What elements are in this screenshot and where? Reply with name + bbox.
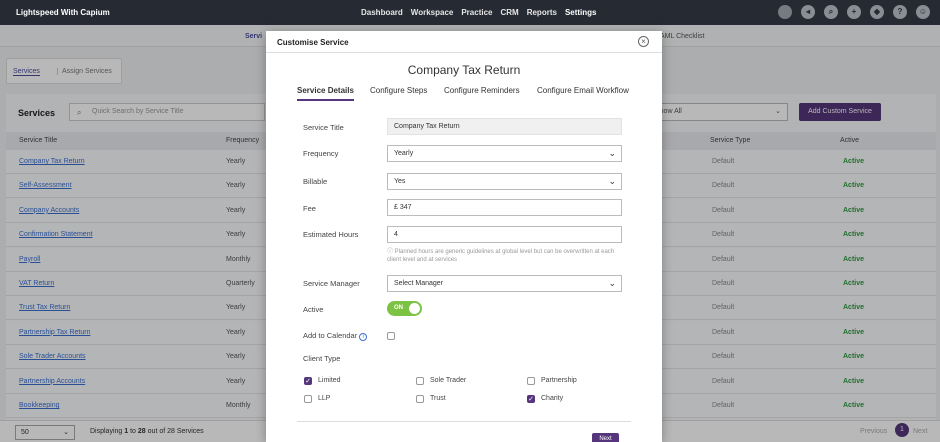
nav-settings[interactable]: Settings [565, 8, 597, 17]
close-icon[interactable]: × [638, 36, 649, 47]
client-type-label: Client Type [303, 354, 341, 363]
hours-hint: ⓘ Planned hours are generic guidelines a… [387, 248, 627, 264]
chevron-down-icon: ⌄ [608, 278, 616, 288]
brand-name[interactable]: Lightspeed With Capium [16, 8, 110, 17]
service-name-heading: Company Tax Return [407, 63, 521, 77]
frequency-value: Yearly [394, 150, 414, 157]
modal-tabs: Service Details Configure Steps Configur… [297, 86, 637, 101]
tab-configure-reminders[interactable]: Configure Reminders [444, 86, 520, 95]
active-toggle[interactable]: ON [387, 301, 422, 316]
estimated-hours-label: Estimated Hours [303, 230, 359, 239]
client-type-trust-label: Trust [430, 395, 446, 402]
client-type-llp-label: LLP [318, 395, 331, 402]
customise-service-modal: Customise Service × Company Tax Return S… [266, 31, 662, 442]
nav-crm[interactable]: CRM [500, 8, 518, 17]
info-icon: ⓘ [387, 249, 395, 255]
status-dot-icon[interactable] [778, 5, 792, 19]
toggle-state: ON [394, 305, 403, 311]
modal-footer-divider [297, 421, 631, 422]
modal-title: Customise Service [277, 38, 349, 47]
service-title-field: Company Tax Return [387, 118, 622, 135]
estimated-hours-value: 4 [394, 231, 398, 238]
service-title-value: Company Tax Return [394, 123, 460, 130]
chevron-down-icon: ⌄ [608, 176, 616, 186]
modal-header: Customise Service × [266, 31, 662, 53]
frequency-select[interactable]: Yearly ⌄ [387, 145, 622, 162]
nav-dashboard[interactable]: Dashboard [361, 8, 403, 17]
tab-configure-email-workflow[interactable]: Configure Email Workflow [537, 86, 629, 95]
billable-label: Billable [303, 177, 328, 186]
estimated-hours-input[interactable]: 4 [387, 226, 622, 243]
next-button[interactable]: Next [592, 433, 619, 442]
service-manager-label: Service Manager [303, 279, 360, 288]
client-type-limited-checkbox[interactable]: ✓ [304, 377, 312, 385]
service-manager-select[interactable]: Select Manager ⌄ [387, 275, 622, 292]
toggle-knob [409, 303, 420, 314]
client-type-sole-trader-checkbox[interactable] [416, 377, 424, 385]
fee-input[interactable]: £ 347 [387, 199, 622, 216]
billable-select[interactable]: Yes ⌄ [387, 173, 622, 190]
fee-value: £ 347 [394, 204, 412, 211]
user-icon[interactable]: ☺ [916, 5, 930, 19]
tab-configure-steps[interactable]: Configure Steps [370, 86, 427, 95]
service-manager-value: Select Manager [394, 280, 444, 287]
client-type-partnership-label: Partnership [541, 377, 577, 384]
fee-label: Fee [303, 204, 316, 213]
client-type-trust-checkbox[interactable] [416, 395, 424, 403]
nav-practice[interactable]: Practice [461, 8, 492, 17]
add-to-calendar-label: Add to Calendar i [303, 331, 368, 341]
add-to-calendar-text: Add to Calendar [303, 331, 358, 340]
chevron-down-icon: ⌄ [608, 148, 616, 158]
top-icons: ◂ ⌕ + ◆ ? ☺ [778, 5, 930, 19]
client-type-limited-label: Limited [318, 377, 341, 384]
client-type-charity-label: Charity [541, 395, 564, 402]
frequency-label: Frequency [303, 149, 339, 158]
plus-icon[interactable]: + [847, 5, 861, 19]
nav-reports[interactable]: Reports [527, 8, 557, 17]
top-bar: Lightspeed With Capium Dashboard Workspa… [0, 0, 940, 25]
billable-value: Yes [394, 178, 406, 185]
service-title-label: Service Title [303, 123, 344, 132]
add-to-calendar-checkbox[interactable] [387, 332, 395, 340]
tab-service-details[interactable]: Service Details [297, 86, 354, 101]
megaphone-icon[interactable]: ◂ [801, 5, 815, 19]
active-label: Active [303, 305, 324, 314]
nav-workspace[interactable]: Workspace [411, 8, 454, 17]
client-type-charity-checkbox[interactable]: ✓ [527, 395, 535, 403]
hours-hint-text: Planned hours are generic guidelines at … [387, 249, 615, 263]
main-nav: Dashboard Workspace Practice CRM Reports… [361, 8, 597, 17]
client-type-llp-checkbox[interactable] [304, 395, 312, 403]
client-type-partnership-checkbox[interactable] [527, 377, 535, 385]
info-icon[interactable]: i [359, 333, 368, 341]
client-type-sole-trader-label: Sole Trader [430, 377, 467, 384]
tag-icon[interactable]: ◆ [870, 5, 884, 19]
search-icon[interactable]: ⌕ [824, 5, 838, 19]
help-icon[interactable]: ? [893, 5, 907, 19]
